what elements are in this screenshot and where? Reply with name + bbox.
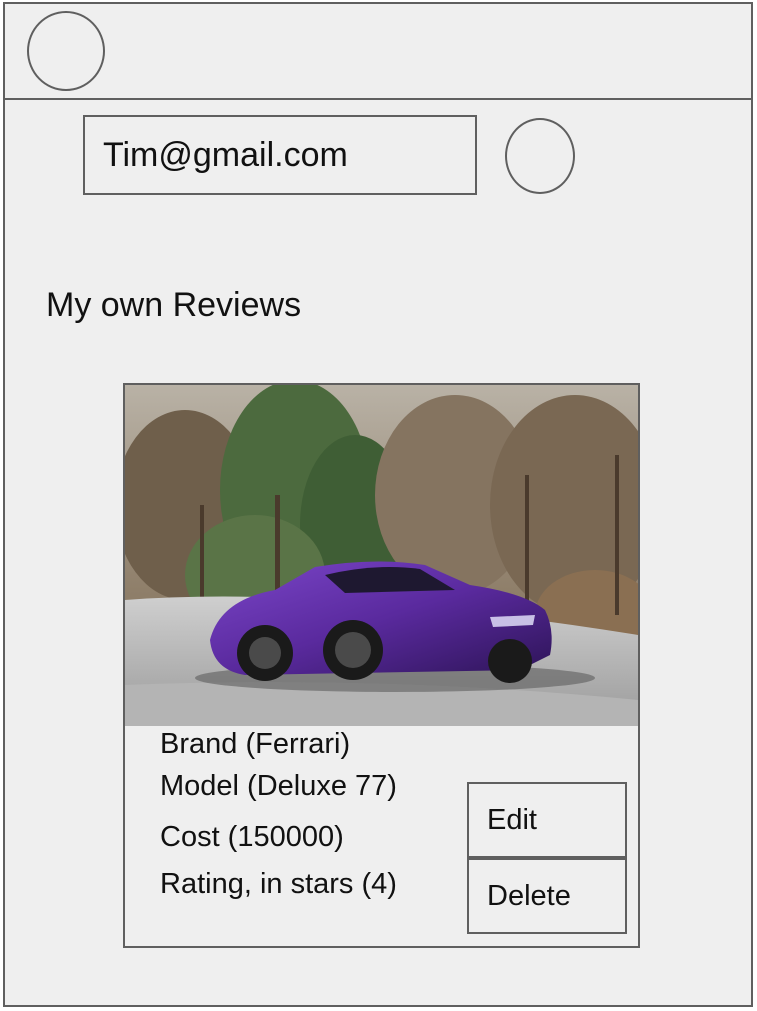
app-frame: Tim@gmail.com My own Reviews Brand (Ferr… — [3, 2, 753, 1007]
brand-text: Brand (Ferrari) — [160, 728, 351, 760]
page-title: My own Reviews — [46, 286, 302, 324]
header-bar — [5, 4, 751, 100]
email-field[interactable]: Tim@gmail.com — [83, 115, 477, 195]
delete-button[interactable]: Delete — [467, 858, 627, 934]
profile-circle-button[interactable] — [505, 118, 575, 194]
avatar[interactable] — [27, 11, 105, 91]
cost-text: Cost (150000) — [160, 821, 344, 853]
model-text: Model (Deluxe 77) — [160, 770, 397, 802]
car-photo — [125, 385, 638, 726]
edit-button[interactable]: Edit — [467, 782, 627, 858]
review-card: Brand (Ferrari) Model (Deluxe 77) Cost (… — [123, 383, 640, 948]
rating-text: Rating, in stars (4) — [160, 868, 397, 900]
